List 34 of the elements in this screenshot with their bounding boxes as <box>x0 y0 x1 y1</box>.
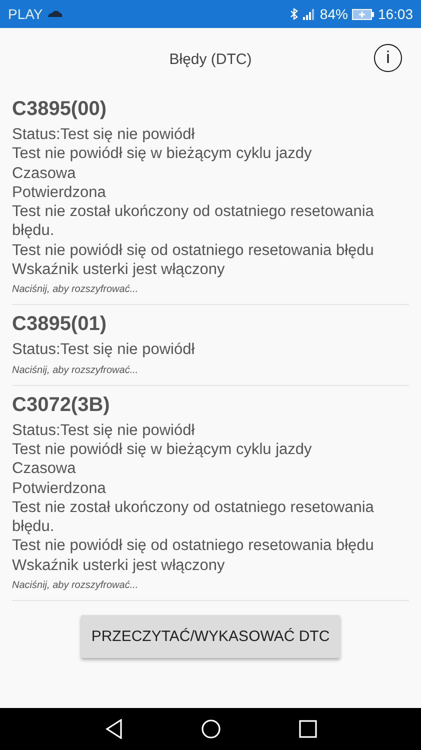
back-icon[interactable] <box>104 719 122 739</box>
dtc-status-line: Test nie został ukończony od ostatniego resetowania błędu. <box>12 498 375 536</box>
decode-hint[interactable]: Naciśnij, aby rozszyfrować... <box>12 284 409 296</box>
dtc-status-line: Potwierdzona <box>12 182 107 202</box>
dtc-code: C3895(00) <box>12 98 108 121</box>
read-clear-dtc-button[interactable]: PRZECZYTAĆ/WYKASOWAĆ DTC <box>81 615 340 658</box>
signal-icon <box>302 8 316 20</box>
dtc-code: C3895(01) <box>12 313 108 336</box>
dtc-status-line: Test nie został ukończony od ostatniego resetowania błędu. <box>12 202 375 241</box>
dtc-status-line: Test nie powiódł się od ostatniego resetowania błędu <box>12 240 375 260</box>
dtc-status-line: Test nie powiódł się w bieżącym cyklu jazdy <box>12 144 313 164</box>
dtc-status-line: Status:Test się nie powiódł <box>12 340 196 360</box>
carrier-name: PLAY <box>8 6 43 22</box>
dtc-status-line: Czasowa <box>12 164 77 183</box>
info-button[interactable]: i <box>374 44 402 72</box>
decode-hint[interactable]: Naciśnij, aby rozszyfrować... <box>12 364 409 376</box>
dtc-status-line: Test nie powiódł się w bieżącym cyklu jazdy <box>12 440 313 460</box>
dtc-status-line: Wskaźnik usterki jest włączony <box>12 556 226 576</box>
battery-icon <box>352 8 374 20</box>
dtc-status-line: Potwierdzona <box>12 478 107 498</box>
car-icon <box>46 10 63 18</box>
home-icon[interactable] <box>200 719 220 739</box>
dtc-status-line: Wskaźnik usterki jest włączony <box>12 260 226 280</box>
dtc-status-line: Czasowa <box>12 459 77 479</box>
dtc-status-line: Test nie powiódł się od ostatniego resetowania błędu <box>12 536 375 556</box>
dtc-status-line: Status:Test się nie powiódł <box>12 125 196 144</box>
page-title: Błędy (DTC) <box>169 50 252 68</box>
clock: 16:03 <box>378 6 413 22</box>
decode-hint[interactable]: Naciśnij, aby rozszyfrować... <box>12 580 409 592</box>
recent-apps-icon[interactable] <box>298 720 316 738</box>
dtc-status-line: Status:Test się nie powiódł <box>12 420 196 440</box>
battery-percent: 84% <box>320 6 348 22</box>
dtc-code: C3072(3B) <box>12 394 111 417</box>
bluetooth-icon <box>290 8 298 20</box>
